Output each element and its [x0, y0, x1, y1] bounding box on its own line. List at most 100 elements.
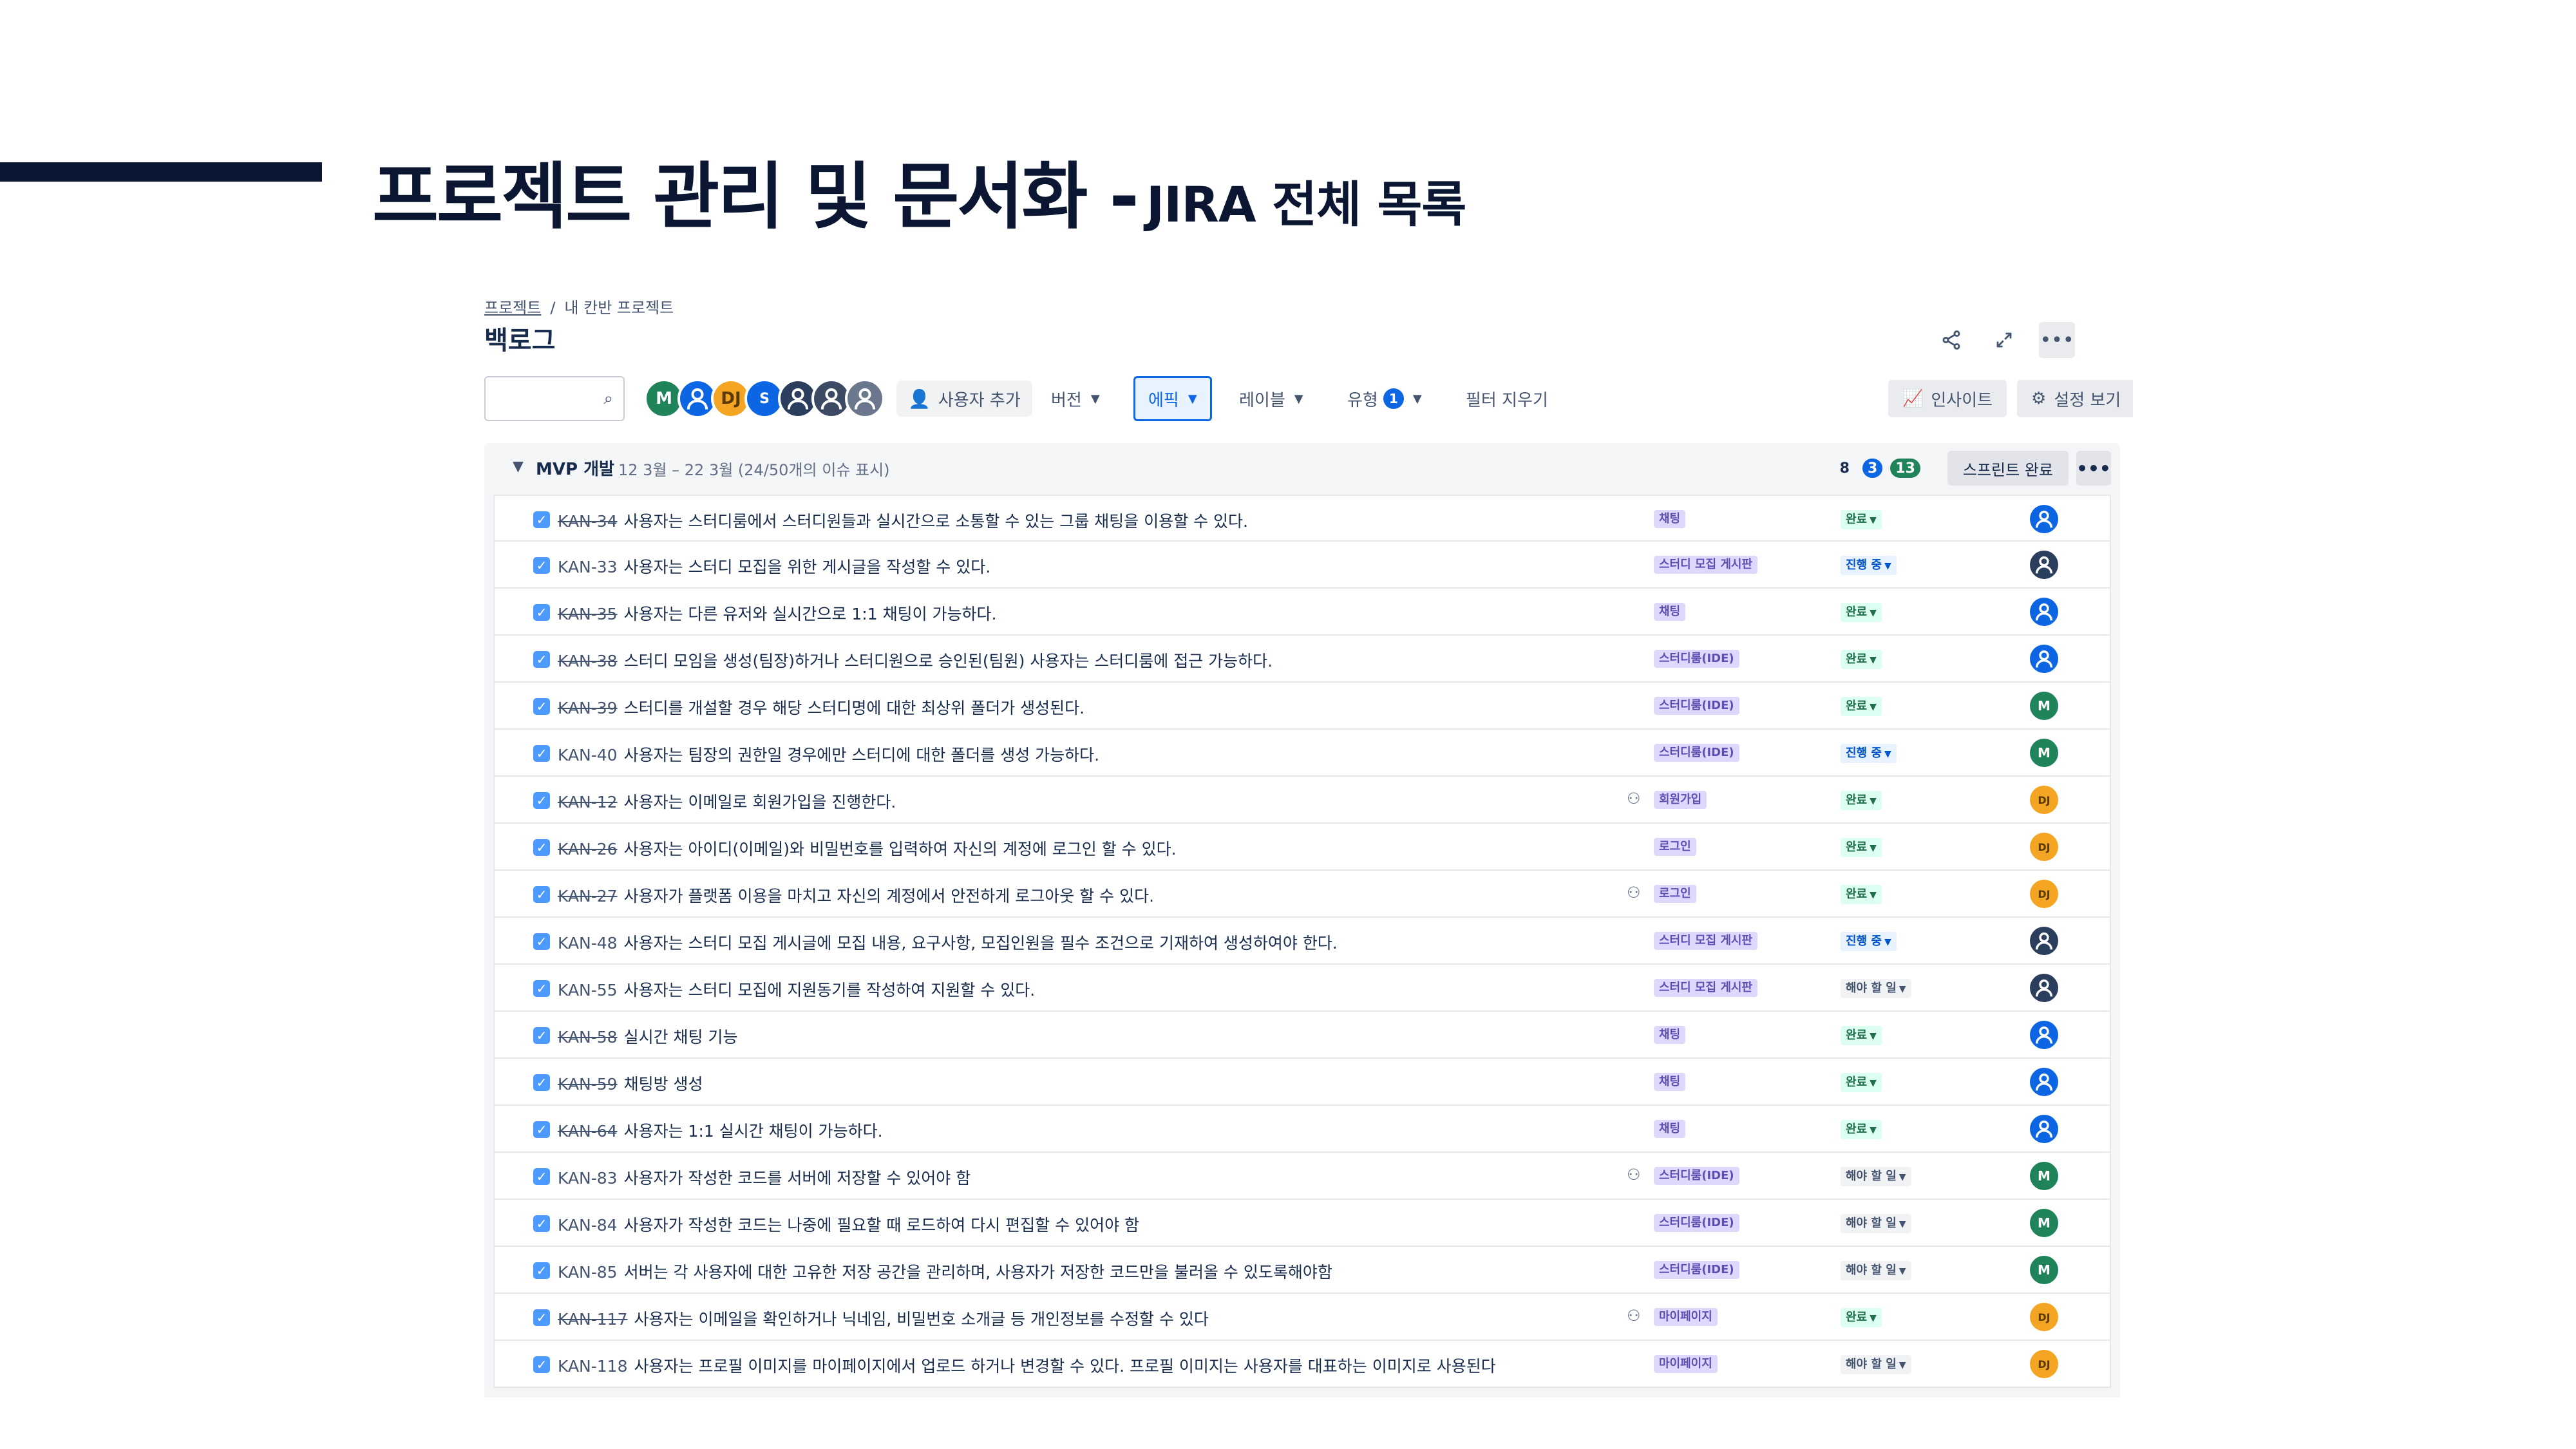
complete-sprint-button[interactable]: 스프린트 완료 [1947, 451, 2069, 486]
child-issues-icon[interactable]: ⚇ [1627, 1166, 1641, 1184]
status-dropdown[interactable]: 완료 ▼ [1841, 650, 1882, 669]
chevron-down-icon[interactable]: ▼ [513, 459, 524, 475]
issue-row[interactable]: ✓ KAN-58 실시간 채팅 기능 채팅 완료 ▼ [493, 1012, 2111, 1059]
issue-summary[interactable]: KAN-55 사용자는 스터디 모집에 지원동기를 작성하여 지원할 수 있다. [558, 978, 1035, 1001]
issue-row[interactable]: ✓ KAN-26 사용자는 아이디(이메일)와 비밀번호를 입력하여 자신의 계정에… [493, 824, 2111, 871]
issue-row[interactable]: ✓ KAN-59 채팅방 생성 채팅 완료 ▼ [493, 1059, 2111, 1106]
issue-row[interactable]: ✓ KAN-40 사용자는 팀장의 권한일 경우에만 스터디에 대한 폴더를 생성 … [493, 730, 2111, 777]
assignee-avatar[interactable]: DJ [2030, 1303, 2058, 1331]
status-dropdown[interactable]: 해야 할 일 ▼ [1841, 1261, 1911, 1280]
assignee-avatar[interactable]: M [2030, 692, 2058, 720]
issue-key[interactable]: KAN-48 [558, 934, 618, 952]
issue-key[interactable]: KAN-58 [558, 1028, 618, 1046]
epic-lozenge[interactable]: 스터디룸(IDE) [1654, 744, 1739, 762]
assignee-avatar[interactable] [2030, 1021, 2058, 1049]
assignee-avatar[interactable]: M [2030, 1162, 2058, 1190]
search-input[interactable] [493, 377, 596, 416]
issue-summary[interactable]: KAN-26 사용자는 아이디(이메일)와 비밀번호를 입력하여 자신의 계정에 … [558, 837, 1177, 860]
sprint-more-icon[interactable]: ••• [2076, 451, 2111, 486]
status-dropdown[interactable]: 완료 ▼ [1841, 1120, 1882, 1139]
epic-lozenge[interactable]: 채팅 [1654, 1073, 1686, 1091]
issue-summary[interactable]: KAN-12 사용자는 이메일로 회원가입을 진행한다. [558, 790, 896, 813]
issue-key[interactable]: KAN-55 [558, 981, 618, 999]
add-user-button[interactable]: 👤 사용자 추가 [896, 381, 1032, 417]
assignee-avatar[interactable] [2030, 645, 2058, 673]
issue-row[interactable]: ✓ KAN-64 사용자는 1:1 실시간 채팅이 가능하다. 채팅 완료 ▼ [493, 1106, 2111, 1153]
epic-lozenge[interactable]: 마이페이지 [1654, 1308, 1718, 1326]
issue-row[interactable]: ✓ KAN-34 사용자는 스터디룸에서 스터디원들과 실시간으로 소통할 수 있는… [493, 495, 2111, 542]
issue-row[interactable]: ✓ KAN-85 서버는 각 사용자에 대한 고유한 저장 공간을 관리하며, 사용… [493, 1247, 2111, 1294]
issue-summary[interactable]: KAN-58 실시간 채팅 기능 [558, 1025, 738, 1048]
epic-lozenge[interactable]: 채팅 [1654, 1120, 1686, 1138]
type-filter[interactable]: 유형 1 ▼ [1347, 376, 1422, 421]
issue-row[interactable]: ✓ KAN-117 사용자는 이메일을 확인하거나 닉네임, 비밀번호 소개글 등 … [493, 1294, 2111, 1341]
issue-summary[interactable]: KAN-39 스터디를 개설할 경우 해당 스터디명에 대한 최상위 폴더가 생성… [558, 696, 1084, 719]
issue-summary[interactable]: KAN-40 사용자는 팀장의 권한일 경우에만 스터디에 대한 폴더를 생성 가… [558, 743, 1099, 766]
status-dropdown[interactable]: 완료 ▼ [1841, 885, 1882, 904]
clear-filters-button[interactable]: 필터 지우기 [1466, 376, 1548, 421]
status-dropdown[interactable]: 완료 ▼ [1841, 1026, 1882, 1045]
issue-row[interactable]: ✓ KAN-84 사용자가 작성한 코드는 나중에 필요할 때 로드하여 다시 편집… [493, 1200, 2111, 1247]
expand-icon[interactable] [1986, 322, 2022, 358]
issue-row[interactable]: ✓ KAN-83 사용자가 작성한 코드를 서버에 저장할 수 있어야 함 ⚇ 스터디룸… [493, 1153, 2111, 1200]
issue-row[interactable]: ✓ KAN-33 사용자는 스터디 모집을 위한 게시글을 작성할 수 있다. 스터디… [493, 542, 2111, 589]
child-issues-icon[interactable]: ⚇ [1627, 884, 1641, 902]
status-dropdown[interactable]: 완료 ▼ [1841, 838, 1882, 857]
breadcrumb-board-link[interactable]: 내 칸반 프로젝트 [564, 299, 674, 317]
more-icon[interactable]: ••• [2039, 322, 2075, 358]
issue-summary[interactable]: KAN-27 사용자가 플랫폼 이용을 마치고 자신의 계정에서 안전하게 로그아… [558, 884, 1154, 907]
issue-key[interactable]: KAN-38 [558, 652, 618, 670]
status-dropdown[interactable]: 해야 할 일 ▼ [1841, 979, 1911, 998]
issue-summary[interactable]: KAN-64 사용자는 1:1 실시간 채팅이 가능하다. [558, 1119, 883, 1142]
epic-lozenge[interactable]: 스터디룸(IDE) [1654, 697, 1739, 715]
epic-lozenge[interactable]: 스터디룸(IDE) [1654, 1167, 1739, 1185]
backlog-search[interactable]: ⌕ [484, 376, 625, 421]
share-icon[interactable] [1933, 322, 1969, 358]
view-settings-button[interactable]: ⚙ 설정 보기 [2017, 380, 2133, 417]
status-dropdown[interactable]: 완료 ▼ [1841, 603, 1882, 622]
issue-key[interactable]: KAN-84 [558, 1216, 618, 1235]
issue-key[interactable]: KAN-35 [558, 605, 618, 623]
issue-row[interactable]: ✓ KAN-55 사용자는 스터디 모집에 지원동기를 작성하여 지원할 수 있다.… [493, 965, 2111, 1012]
issue-row[interactable]: ✓ KAN-118 사용자는 프로필 이미지를 마이페이지에서 업로드 하거나 변경… [493, 1341, 2111, 1388]
assignee-avatar[interactable]: DJ [2030, 833, 2058, 861]
assignee-avatar[interactable] [2030, 505, 2058, 533]
epic-lozenge[interactable]: 스터디룸(IDE) [1654, 1261, 1739, 1279]
issue-summary[interactable]: KAN-118 사용자는 프로필 이미지를 마이페이지에서 업로드 하거나 변경할… [558, 1354, 1496, 1377]
assignee-avatar[interactable]: DJ [2030, 786, 2058, 814]
issue-key[interactable]: KAN-34 [558, 512, 618, 531]
issue-key[interactable]: KAN-26 [558, 840, 618, 858]
issue-key[interactable]: KAN-12 [558, 793, 618, 811]
issue-key[interactable]: KAN-118 [558, 1357, 628, 1376]
status-dropdown[interactable]: 해야 할 일 ▼ [1841, 1214, 1911, 1233]
epic-lozenge[interactable]: 로그인 [1654, 885, 1696, 903]
epic-lozenge[interactable]: 로그인 [1654, 838, 1696, 856]
assignee-avatar[interactable]: DJ [2030, 1350, 2058, 1378]
sprint-name[interactable]: MVP 개발 [536, 456, 614, 480]
epic-lozenge[interactable]: 채팅 [1654, 510, 1686, 528]
status-dropdown[interactable]: 해야 할 일 ▼ [1841, 1167, 1911, 1186]
issue-key[interactable]: KAN-64 [558, 1122, 618, 1141]
issue-key[interactable]: KAN-33 [558, 558, 618, 576]
epic-filter[interactable]: 에픽 ▼ [1133, 376, 1212, 421]
child-issues-icon[interactable]: ⚇ [1627, 1307, 1641, 1325]
assignee-avatar[interactable] [2030, 1115, 2058, 1143]
child-issues-icon[interactable]: ⚇ [1627, 790, 1641, 808]
status-dropdown[interactable]: 진행 중 ▼ [1841, 744, 1897, 763]
status-dropdown[interactable]: 해야 할 일 ▼ [1841, 1355, 1911, 1374]
issue-summary[interactable]: KAN-34 사용자는 스터디룸에서 스터디원들과 실시간으로 소통할 수 있는 … [558, 509, 1248, 532]
assignee-avatar[interactable] [2030, 551, 2058, 579]
issue-row[interactable]: ✓ KAN-35 사용자는 다른 유저와 실시간으로 1:1 채팅이 가능하다. 채팅… [493, 589, 2111, 636]
status-dropdown[interactable]: 완료 ▼ [1841, 1073, 1882, 1092]
assignee-avatar[interactable] [2030, 927, 2058, 955]
issue-summary[interactable]: KAN-117 사용자는 이메일을 확인하거나 닉네임, 비밀번호 소개글 등 개… [558, 1307, 1209, 1330]
epic-lozenge[interactable]: 스터디룸(IDE) [1654, 650, 1739, 668]
epic-lozenge[interactable]: 스터디 모집 게시판 [1654, 979, 1758, 997]
issue-row[interactable]: ✓ KAN-38 스터디 모임을 생성(팀장)하거나 스터디원으로 승인된(팀원) … [493, 636, 2111, 683]
epic-lozenge[interactable]: 채팅 [1654, 603, 1686, 621]
status-dropdown[interactable]: 완료 ▼ [1841, 510, 1882, 529]
issue-summary[interactable]: KAN-85 서버는 각 사용자에 대한 고유한 저장 공간을 관리하며, 사용자… [558, 1260, 1332, 1283]
assignee-avatar[interactable]: M [2030, 1256, 2058, 1284]
breadcrumb-projects-link[interactable]: 프로젝트 [484, 299, 541, 317]
assignee-avatar[interactable] [2030, 974, 2058, 1002]
